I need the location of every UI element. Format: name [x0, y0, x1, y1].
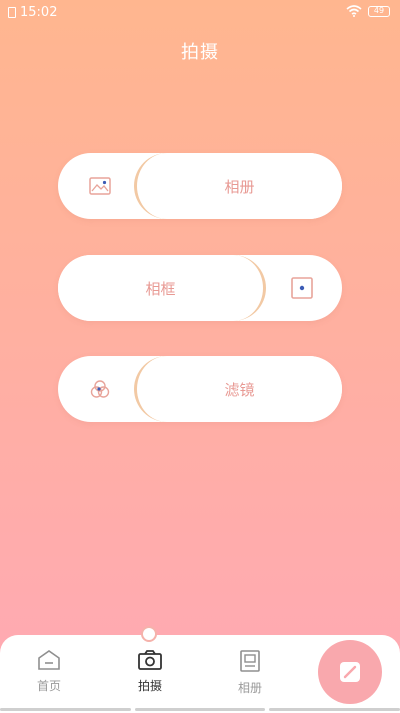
home-indicator [0, 708, 400, 711]
image-icon [89, 177, 111, 195]
tab-camera-label: 拍摄 [137, 679, 162, 693]
filter-card[interactable]: 滤镜 [58, 356, 342, 422]
tab-album-label: 相册 [237, 681, 262, 695]
tab-home-label: 首页 [36, 679, 61, 693]
album-card[interactable]: 相册 [58, 153, 342, 219]
status-bar: 15:02 49 [0, 0, 400, 26]
frame-card-label: 相框 [58, 255, 266, 321]
tab-home[interactable]: 首页 [9, 649, 89, 694]
page-title: 拍摄 [181, 42, 219, 63]
filter-icon [90, 380, 110, 398]
tab-album[interactable]: 相册 [210, 649, 290, 696]
edit-icon [340, 662, 360, 682]
wifi-icon [346, 5, 362, 17]
frame-card[interactable]: 相框 [58, 255, 342, 321]
home-icon [38, 650, 60, 670]
status-time: 15:02 [20, 5, 58, 20]
edit-button[interactable] [318, 640, 382, 704]
camera-icon [138, 650, 162, 670]
active-tab-indicator [141, 626, 157, 642]
album-card-label: 相册 [134, 153, 342, 219]
sim-card-icon [8, 7, 16, 18]
filter-card-label: 滤镜 [134, 356, 342, 422]
tab-camera[interactable]: 拍摄 [110, 649, 190, 694]
frame-icon [291, 277, 313, 299]
battery-indicator: 49 [368, 5, 390, 17]
album-icon [240, 650, 260, 672]
